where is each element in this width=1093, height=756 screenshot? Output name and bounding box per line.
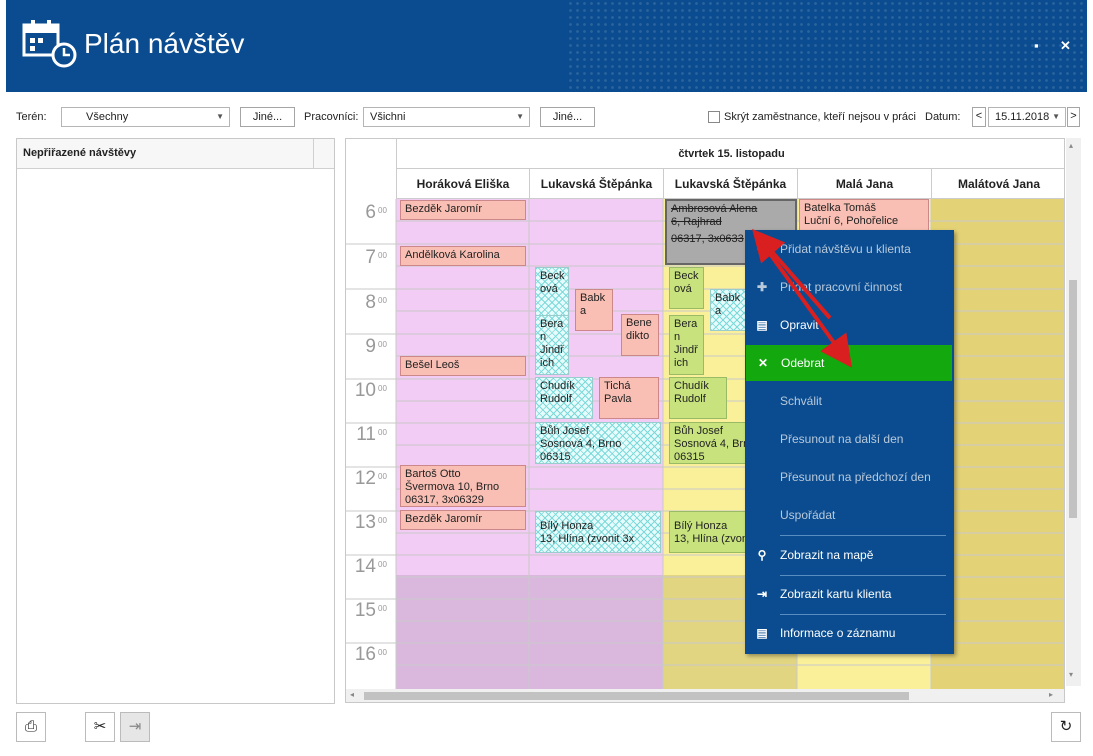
export-button[interactable]: ⇥ (120, 712, 150, 742)
refresh-button[interactable]: ↻ (1051, 712, 1081, 742)
annotation-arrows (752, 228, 853, 368)
refresh-icon: ↻ (1059, 718, 1073, 735)
settings-button[interactable]: ✂ (85, 712, 115, 742)
print-button[interactable]: ⎙ (16, 712, 46, 742)
export-icon: ⇥ (128, 718, 142, 735)
tools-icon: ✂ (93, 718, 107, 735)
print-icon: ⎙ (24, 718, 37, 735)
